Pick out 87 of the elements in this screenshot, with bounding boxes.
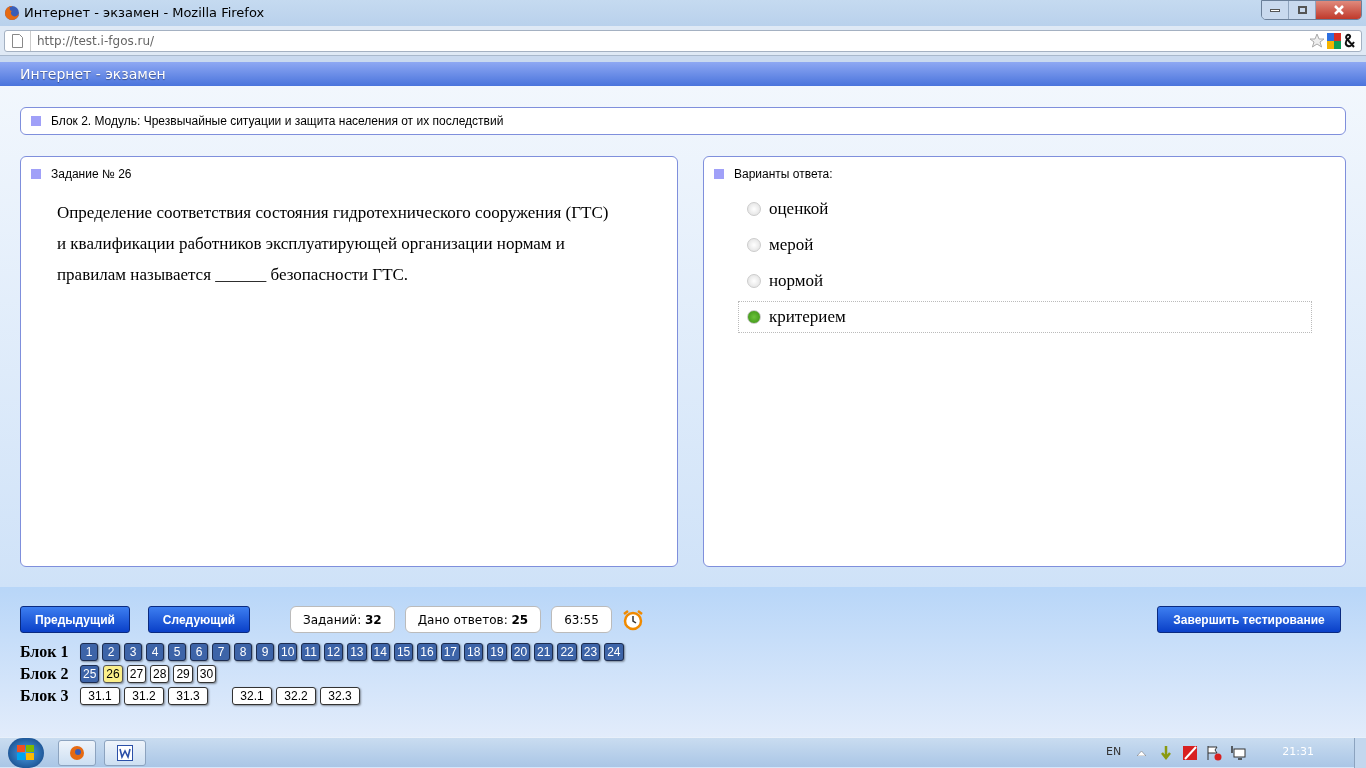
question-number-button[interactable]: 31.1	[80, 687, 120, 705]
block-heading: Блок 2. Модуль: Чрезвычайные ситуации и защита населения от их последствий	[51, 113, 504, 130]
question-number-button[interactable]: 3	[124, 643, 142, 661]
close-button[interactable]	[1316, 1, 1361, 19]
question-number-button[interactable]: 2	[102, 643, 120, 661]
question-number-button[interactable]: 31.2	[124, 687, 164, 705]
address-bar[interactable]: http://test.i-fgos.ru/	[4, 29, 1362, 52]
question-number-button[interactable]: 25	[80, 665, 100, 683]
question-number-button[interactable]: 15	[393, 643, 414, 661]
question-number-button[interactable]: 12	[323, 643, 344, 661]
stat-badge: 63:55	[551, 606, 612, 633]
start-button[interactable]	[8, 737, 44, 768]
search-engine-icon[interactable]	[1327, 32, 1341, 49]
radio-button[interactable]	[747, 202, 761, 216]
question-number-button[interactable]: 26	[103, 665, 123, 683]
window-title: Интернет - экзамен - Mozilla Firefox	[24, 4, 265, 23]
question-number-button[interactable]: 24	[604, 643, 624, 661]
bullet-icon	[31, 169, 41, 179]
question-number-button[interactable]: 7	[212, 643, 230, 661]
question-number-button[interactable]: 30	[196, 665, 217, 683]
question-text: Определение соответствия состояния гидротехнического сооружения (ГТС) и квалификации работников эксплуатирующей организации нормам и правилам называется ______ безопасности ГТС.	[57, 202, 610, 286]
word-document-icon	[117, 744, 133, 761]
answer-option[interactable]: нормой	[738, 265, 1312, 297]
question-number-button[interactable]: 4	[146, 643, 164, 661]
question-number-button[interactable]: 22	[557, 643, 577, 661]
page-icon	[12, 33, 23, 48]
question-number-button[interactable]: 23	[580, 643, 601, 661]
radio-button[interactable]	[747, 274, 761, 288]
taskbar-word-button[interactable]	[104, 739, 146, 766]
question-number-button[interactable]: 18	[464, 643, 484, 661]
question-number-button[interactable]: 29	[173, 665, 193, 683]
star-icon[interactable]	[1309, 32, 1325, 49]
question-number-button[interactable]: 1	[80, 643, 98, 661]
radio-button[interactable]	[747, 238, 761, 252]
answer-option[interactable]: мерой	[738, 229, 1312, 261]
alarm-clock-icon	[621, 608, 644, 631]
question-number-button[interactable]: 21	[534, 643, 554, 661]
question-number-button[interactable]: 5	[168, 643, 186, 661]
ampersand-icon[interactable]	[1343, 32, 1357, 49]
next-button[interactable]: Следующий	[148, 606, 250, 633]
question-number-button[interactable]: 20	[510, 643, 531, 661]
question-heading: Задание № 26	[51, 166, 132, 183]
taskbar-browser-button[interactable]	[58, 739, 96, 766]
browser-logo-icon	[4, 5, 20, 21]
restore-icon	[1297, 6, 1307, 14]
caret-up-icon[interactable]	[1137, 749, 1147, 756]
tray-icon[interactable]	[1182, 744, 1199, 761]
answers-heading: Варианты ответа:	[734, 166, 833, 183]
question-number-button[interactable]: 16	[417, 643, 437, 661]
question-number-button[interactable]: 11	[301, 643, 320, 661]
block-label: Блок 3	[20, 688, 70, 704]
stat-badge: Заданий: 32	[290, 606, 395, 633]
flag-icon[interactable]	[1206, 744, 1223, 761]
bullet-icon	[31, 116, 41, 126]
question-number-button[interactable]: 9	[256, 643, 274, 661]
restore-button[interactable]	[1289, 1, 1316, 19]
question-number-button[interactable]: 32.3	[320, 687, 360, 705]
bullet-icon	[714, 169, 724, 179]
answer-option[interactable]: критерием	[738, 301, 1312, 333]
question-number-button[interactable]: 8	[234, 643, 252, 661]
question-number-button[interactable]: 14	[370, 643, 390, 661]
block-label: Блок 1	[20, 644, 70, 660]
question-number-button[interactable]: 17	[440, 643, 460, 661]
close-icon	[1332, 5, 1345, 15]
radio-button[interactable]	[747, 310, 761, 324]
question-number-button[interactable]: 32.1	[232, 687, 272, 705]
question-number-button[interactable]: 32.2	[276, 687, 316, 705]
question-number-button[interactable]: 27	[126, 665, 147, 683]
question-number-button[interactable]: 31.3	[168, 687, 208, 705]
url-text: http://test.i-fgos.ru/	[37, 32, 155, 50]
question-number-button[interactable]: 19	[487, 643, 507, 661]
previous-button[interactable]: Предыдущий	[20, 606, 130, 633]
network-icon[interactable]	[1230, 744, 1247, 761]
browser-logo-icon	[69, 744, 85, 761]
question-number-button[interactable]: 28	[150, 665, 170, 683]
question-number-button[interactable]: 6	[190, 643, 208, 661]
question-number-button[interactable]: 13	[347, 643, 367, 661]
finish-test-button[interactable]: Завершить тестирование	[1157, 606, 1341, 633]
minimize-button[interactable]	[1262, 1, 1289, 19]
answer-option[interactable]: оценкой	[738, 193, 1312, 225]
minimize-icon	[1270, 8, 1280, 12]
question-number-button[interactable]: 10	[278, 643, 298, 661]
app-header: Интернет - экзамен	[0, 62, 1366, 86]
language-indicator[interactable]: EN	[1106, 744, 1122, 761]
windows-logo-icon	[17, 744, 35, 761]
block-label: Блок 2	[20, 666, 70, 682]
stat-badge: Дано ответов: 25	[404, 606, 542, 633]
